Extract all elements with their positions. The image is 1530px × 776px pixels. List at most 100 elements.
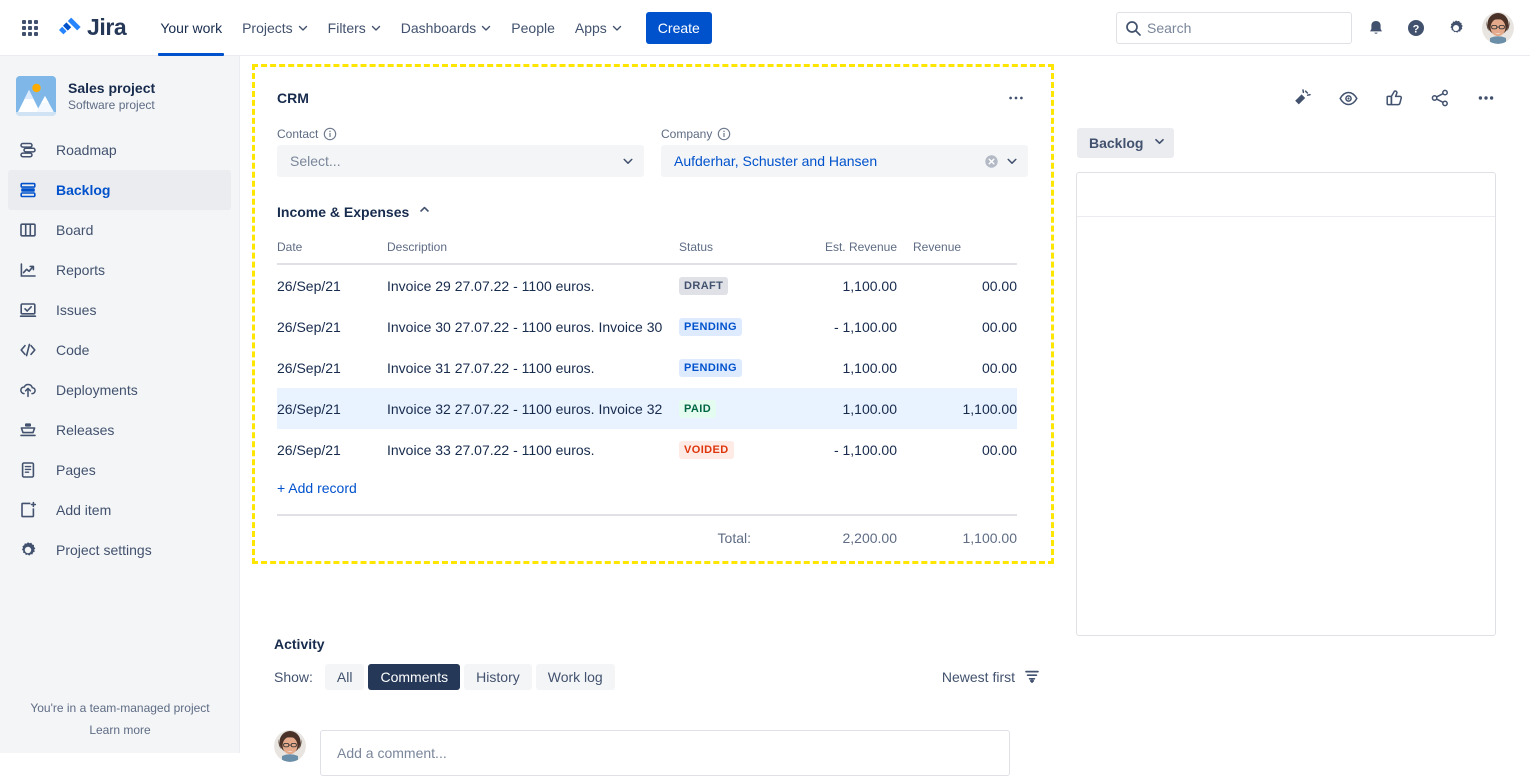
comment-input[interactable]: Add a comment... [320,730,1010,776]
issue-details-card [1076,172,1496,636]
sidebar-item-releases[interactable]: Releases [8,410,231,450]
status-badge: DRAFT [679,277,729,295]
jira-wordmark: Jira [87,14,127,40]
sidebar-item-reports[interactable]: Reports [8,250,231,290]
table-row[interactable]: 26/Sep/21 Invoice 29 27.07.22 - 1100 eur… [277,264,1017,306]
add-item-icon [16,498,40,522]
help-icon[interactable]: ? [1400,12,1432,44]
cell-description: Invoice 33 27.07.22 - 1100 euros. [387,441,595,458]
crm-panel-more-icon[interactable] [1003,85,1029,111]
add-comment-row: Add a comment... [274,730,1054,776]
nav-item-dashboards[interactable]: Dashboards [391,0,502,56]
sidebar-item-add-item[interactable]: Add item [8,490,231,530]
cell-revenue: 1,100.00 [962,400,1018,417]
releases-icon [16,418,40,442]
profile-avatar[interactable] [1482,11,1514,44]
svg-text:?: ? [1413,23,1420,35]
nav-item-projects[interactable]: Projects [232,0,318,56]
add-record-button[interactable]: + Add record [277,480,357,496]
chevron-down-icon [1005,154,1019,168]
board-icon [16,218,40,242]
clear-icon[interactable] [984,154,999,169]
project-name: Sales project [68,80,156,96]
table-header: Date Description Status Est. Revenue Rev… [277,240,1017,265]
column-header-revenue: Revenue [897,240,1017,265]
cell-est-revenue: 1,100.00 [842,400,898,417]
cell-date[interactable]: 26/Sep/21 [277,429,387,470]
sidebar-item-label: Code [56,342,90,358]
notifications-icon[interactable] [1360,12,1392,44]
search-box[interactable] [1116,11,1352,44]
app-switcher-icon[interactable] [14,12,46,44]
crm-panel: CRM Contact Select... Company Aufderhar,… [252,64,1054,564]
cell-date[interactable]: 26/Sep/21 [277,347,387,388]
sidebar-item-code[interactable]: Code [8,330,231,370]
sidebar-item-backlog[interactable]: Backlog [8,170,231,210]
create-button[interactable]: Create [645,11,712,44]
nav-item-filters[interactable]: Filters [318,0,391,56]
status-dropdown[interactable]: Backlog [1077,128,1175,158]
table-total-separator [277,514,1017,516]
nav-item-your-work[interactable]: Your work [150,0,232,56]
chevron-down-icon [612,23,622,33]
company-select[interactable]: Aufderhar, Schuster and Hansen [661,145,1028,177]
nav-right-group: ? [1116,11,1530,44]
company-field-label: Company [661,127,1028,141]
reports-icon [16,258,40,282]
contact-select[interactable]: Select... [277,145,644,177]
sidebar-item-roadmap[interactable]: Roadmap [8,130,231,170]
activity-tab-work-log[interactable]: Work log [535,664,615,690]
info-icon[interactable] [717,127,731,141]
cell-date[interactable]: 26/Sep/21 [277,264,387,306]
contact-field-label: Contact [277,127,644,141]
sidebar-item-label: Reports [56,262,106,278]
nav-item-people[interactable]: People [501,0,565,56]
jira-logo[interactable]: Jira [58,14,127,41]
sidebar-item-pages[interactable]: Pages [8,450,231,490]
learn-more-link[interactable]: Learn more [0,721,240,739]
project-avatar [16,76,56,116]
sidebar-item-board[interactable]: Board [8,210,231,250]
pages-icon [16,458,40,482]
cell-date[interactable]: 26/Sep/21 [277,306,387,347]
sidebar-item-project-settings[interactable]: Project settings [8,530,231,570]
company-select-value: Aufderhar, Schuster and Hansen [674,153,878,169]
sidebar-item-label: Pages [56,462,96,478]
sidebar-item-label: Roadmap [56,142,117,158]
sidebar-item-label: Deployments [56,382,138,398]
income-expenses-title: Income & Expenses [277,204,410,220]
sidebar-item-deployments[interactable]: Deployments [8,370,231,410]
cell-date[interactable]: 26/Sep/21 [277,388,387,429]
cell-est-revenue: - 1,100.00 [833,441,897,458]
table-row[interactable]: 26/Sep/21 Invoice 31 27.07.22 - 1100 eur… [277,347,1017,388]
show-label: Show: [274,669,313,685]
nav-item-apps[interactable]: Apps [565,0,632,56]
table-row[interactable]: 26/Sep/21 Invoice 33 27.07.22 - 1100 eur… [277,429,1017,470]
sidebar-item-label: Add item [56,502,112,518]
table-row[interactable]: 26/Sep/21 Invoice 32 27.07.22 - 1100 eur… [277,388,1017,429]
activity-filter-row: Show: All Comments History Work log Newe… [274,664,1054,690]
sidebar-item-issues[interactable]: Issues [8,290,231,330]
info-icon[interactable] [323,127,337,141]
cell-description: Invoice 30 27.07.22 - 1100 euros. Invoic… [387,318,663,335]
crm-fields-row: Contact Select... Company Aufderhar, Sch [277,127,1029,177]
sidebar-item-label: Project settings [56,542,152,558]
activity-tab-all[interactable]: All [324,664,365,690]
activity-tab-history[interactable]: History [464,664,532,690]
table-row[interactable]: 26/Sep/21 Invoice 30 27.07.22 - 1100 eur… [277,306,1017,347]
search-input[interactable] [1117,12,1351,43]
income-expenses-toggle[interactable]: Income & Expenses [277,203,431,221]
crm-panel-title: CRM [277,90,309,106]
nav-item-label: Your work [160,19,223,36]
chevron-down-icon [298,23,308,33]
crm-panel-header: CRM [277,85,1029,111]
activity-title: Activity [274,636,325,652]
activity-tab-comments[interactable]: Comments [368,664,461,690]
project-type: Software project [68,98,155,112]
chevron-up-icon [418,203,431,221]
sidebar-project-header[interactable]: Sales project Software project [0,56,239,130]
deployments-icon [16,378,40,402]
settings-icon[interactable] [1440,12,1472,44]
activity-sort-control[interactable]: Newest first [942,668,1054,687]
company-label-text: Company [661,127,713,141]
